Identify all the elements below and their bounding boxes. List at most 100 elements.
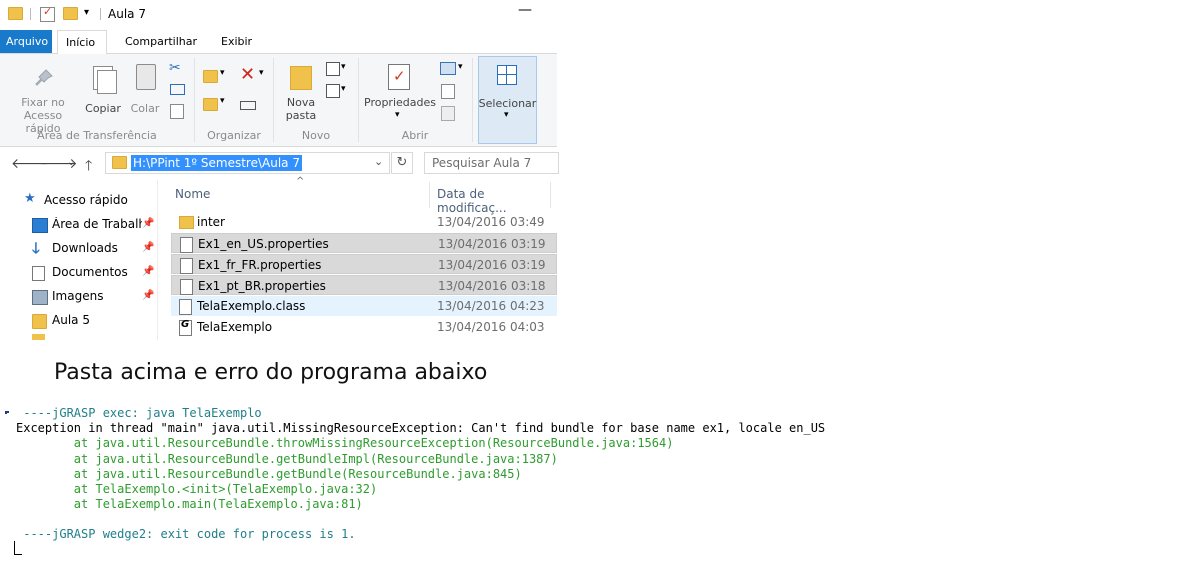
file-name: Ex1_fr_FR.properties bbox=[198, 258, 322, 272]
ribbon: Fixar no Acesso rápido Copiar Colar ✂ Ár… bbox=[0, 54, 557, 147]
file-name: Ex1_pt_BR.properties bbox=[198, 279, 326, 293]
address-bar[interactable]: H:\PPint 1º Semestre\Aula 7 ⌄ bbox=[105, 152, 390, 174]
file-row[interactable]: inter 13/04/2016 03:49 bbox=[171, 212, 557, 232]
console-line: at TelaExemplo.<init>(TelaExemplo.java:3… bbox=[16, 482, 378, 496]
nav-item-label: Área de Trabalho bbox=[52, 217, 142, 231]
pin-icon: 📌 bbox=[142, 290, 155, 301]
cut-icon[interactable]: ✂ bbox=[169, 60, 181, 76]
column-header-date[interactable]: Data de modificaç... bbox=[437, 187, 557, 215]
file-row[interactable]: Ex1_fr_FR.properties 13/04/2016 03:19 bbox=[171, 254, 557, 274]
copy-button[interactable]: Copiar bbox=[84, 60, 122, 126]
file-list: ^ Nome Data de modificaç... inter 13/04/… bbox=[157, 176, 557, 340]
address-path[interactable]: H:\PPint 1º Semestre\Aula 7 bbox=[131, 155, 302, 171]
console-line: at java.util.ResourceBundle.getBundleImp… bbox=[16, 452, 558, 466]
history-icon[interactable] bbox=[441, 106, 455, 121]
nav-item-label: Acesso rápido bbox=[44, 193, 128, 207]
window-title: Aula 7 bbox=[108, 7, 146, 21]
text-cursor bbox=[14, 541, 15, 555]
paste-shortcut-icon[interactable] bbox=[170, 104, 184, 119]
nav-item-pictures[interactable]: Imagens 📌 bbox=[0, 285, 157, 309]
text-file-icon bbox=[180, 279, 193, 295]
delete-button[interactable]: ✕ ▾ bbox=[240, 64, 268, 85]
file-row[interactable]: TelaExemplo.class 13/04/2016 04:23 bbox=[171, 296, 557, 316]
clipboard-icon bbox=[136, 64, 156, 90]
folder-icon bbox=[112, 156, 127, 169]
properties-icon: ✓ bbox=[388, 64, 410, 90]
tab-compartilhar[interactable]: Compartilhar bbox=[117, 30, 205, 53]
file-name: TelaExemplo.class bbox=[197, 299, 306, 313]
up-arrow-icon[interactable]: 🡑 bbox=[85, 155, 92, 179]
organize-group-label: Organizar bbox=[207, 129, 261, 142]
copy-icon-back bbox=[97, 70, 117, 94]
minimize-button[interactable]: — bbox=[518, 2, 532, 18]
new-folder-label-line1: Nova bbox=[286, 96, 316, 109]
file-row[interactable]: G TelaExemplo 13/04/2016 04:03 bbox=[171, 317, 557, 337]
nav-item-label: Imagens bbox=[52, 289, 104, 303]
rename-button[interactable] bbox=[240, 98, 256, 112]
properties-quick-access-icon[interactable]: ✓ bbox=[40, 5, 55, 22]
copy-label: Copiar bbox=[85, 102, 121, 115]
folder-icon bbox=[8, 7, 23, 21]
pin-to-quick-access-button[interactable]: Fixar no Acesso rápido bbox=[8, 60, 78, 135]
new-folder-label-line2: pasta bbox=[285, 109, 317, 122]
edit-icon[interactable] bbox=[441, 84, 455, 99]
clipboard-group-label: Área de Transferência bbox=[37, 129, 157, 142]
search-input[interactable]: Pesquisar Aula 7 bbox=[424, 152, 559, 174]
console-line: Exception in thread "main" java.util.Mis… bbox=[16, 421, 826, 435]
rename-icon bbox=[240, 101, 256, 110]
new-folder-quick-access-icon[interactable] bbox=[63, 7, 78, 21]
tab-exibir[interactable]: Exibir bbox=[213, 30, 260, 53]
select-button[interactable]: Selecionar ▾ bbox=[478, 56, 537, 144]
folder-icon bbox=[32, 334, 45, 340]
file-row[interactable]: Ex1_pt_BR.properties 13/04/2016 03:18 bbox=[171, 275, 557, 295]
nav-item-documents[interactable]: Documentos 📌 bbox=[0, 261, 157, 285]
search-placeholder: Pesquisar Aula 7 bbox=[432, 156, 532, 170]
nav-item-label: Aula 5 bbox=[52, 313, 90, 327]
open-button[interactable]: ▾ bbox=[440, 62, 464, 76]
easy-access-button[interactable]: ▾ bbox=[326, 84, 346, 100]
pin-icon: 📌 bbox=[142, 242, 155, 253]
text-file-icon bbox=[180, 237, 193, 253]
file-date: 13/04/2016 04:23 bbox=[437, 299, 545, 313]
open-icon bbox=[440, 62, 456, 75]
folder-icon bbox=[32, 314, 47, 329]
nav-item-quick-access[interactable]: ★ Acesso rápido bbox=[0, 189, 157, 213]
tab-inicio[interactable]: Início bbox=[57, 30, 107, 55]
column-divider bbox=[550, 182, 551, 208]
file-row[interactable]: Ex1_en_US.properties 13/04/2016 03:19 bbox=[171, 233, 557, 253]
new-item-button[interactable]: ▾ bbox=[326, 62, 346, 78]
new-folder-button[interactable]: Nova pasta bbox=[281, 60, 321, 126]
java-file-icon: G bbox=[179, 319, 192, 336]
copy-to-button[interactable]: ▾ bbox=[203, 96, 229, 114]
pin-icon bbox=[35, 69, 53, 86]
pictures-icon bbox=[32, 290, 48, 305]
class-file-icon bbox=[179, 299, 192, 315]
tab-arquivo[interactable]: Arquivo bbox=[0, 30, 52, 53]
nav-item-desktop[interactable]: Área de Trabalho 📌 bbox=[0, 213, 157, 237]
console-line: at java.util.ResourceBundle.throwMissing… bbox=[16, 436, 674, 450]
select-label: Selecionar bbox=[478, 97, 537, 110]
ribbon-tabs: Arquivo Início Compartilhar Exibir bbox=[0, 30, 557, 55]
pin-icon: 📌 bbox=[142, 218, 155, 229]
nav-item-label: Downloads bbox=[52, 241, 118, 255]
caption-text: Pasta acima e erro do programa abaixo bbox=[54, 360, 488, 385]
move-to-button[interactable]: ▾ bbox=[203, 68, 229, 86]
console-line: at java.util.ResourceBundle.getBundle(Re… bbox=[16, 467, 522, 481]
recent-locations-chevron-icon[interactable]: ⌄ bbox=[67, 157, 75, 168]
file-name: Ex1_en_US.properties bbox=[198, 237, 329, 251]
nav-item-aula5[interactable]: Aula 5 bbox=[0, 309, 157, 333]
documents-icon bbox=[32, 266, 45, 281]
properties-label: Propriedades bbox=[364, 96, 436, 109]
paste-button[interactable]: Colar bbox=[128, 60, 162, 126]
copy-path-icon[interactable] bbox=[170, 84, 185, 95]
nav-item-downloads[interactable]: 🡓 Downloads 📌 bbox=[0, 237, 157, 261]
title-bar: ✓ ▾ Aula 7 — bbox=[0, 0, 557, 30]
customize-toolbar-chevron-icon[interactable]: ▾ bbox=[84, 7, 89, 18]
properties-button[interactable]: ✓ Propriedades ▾ bbox=[364, 60, 436, 126]
console-line: ----jGRASP wedge2: exit code for process… bbox=[16, 527, 356, 541]
address-dropdown-chevron-icon[interactable]: ⌄ bbox=[374, 155, 383, 168]
refresh-button[interactable]: ↻ bbox=[391, 152, 413, 174]
column-header-name[interactable]: Nome bbox=[175, 187, 210, 201]
folder-icon bbox=[179, 216, 194, 229]
divider bbox=[30, 8, 31, 20]
